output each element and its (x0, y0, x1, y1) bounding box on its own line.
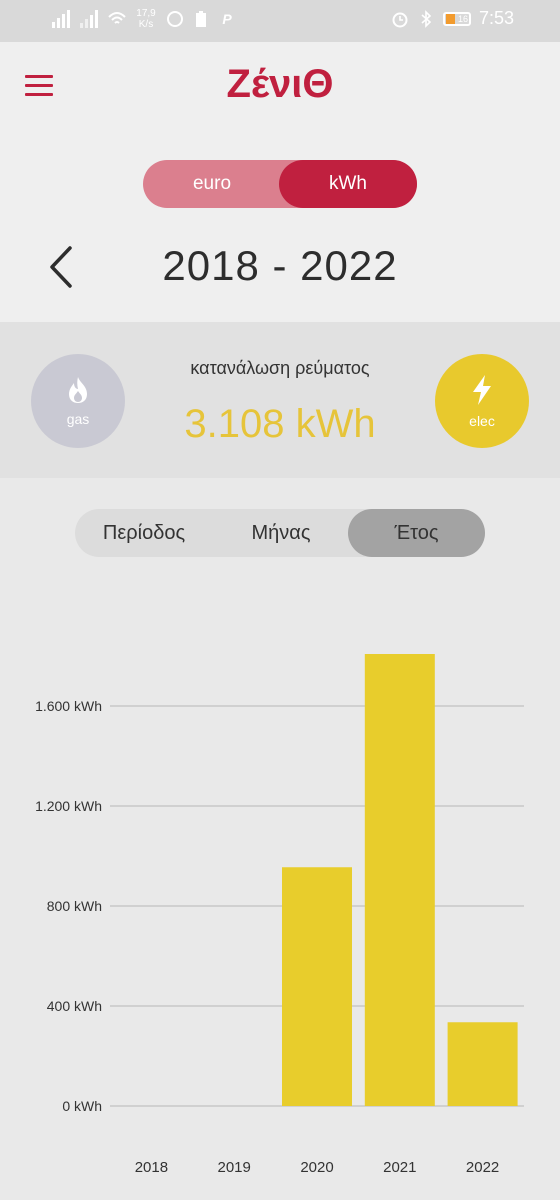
unit-toggle: euro kWh (143, 160, 417, 208)
x-tick-label: 2018 (135, 1159, 168, 1176)
paypal-icon: P (222, 11, 232, 27)
battery-level: 16 (457, 13, 468, 24)
status-left: 17,9 K/s P (52, 8, 236, 30)
signal-icon (52, 10, 72, 28)
x-tick-label: 2022 (466, 1159, 499, 1176)
view-tabs: Περίοδος Μήνας Έτος (75, 509, 485, 557)
alarm-icon (391, 10, 409, 28)
net-speed: 17,9 K/s (136, 8, 156, 30)
status-time: 7:53 (478, 8, 514, 28)
wifi-icon (108, 10, 126, 28)
x-tick-label: 2020 (300, 1159, 333, 1176)
bar-2020 (282, 867, 352, 1106)
tab-year[interactable]: Έτος (348, 509, 485, 557)
clipboard-icon (192, 10, 210, 28)
y-tick-label: 1.200 kWh (35, 798, 102, 814)
elec-button[interactable]: elec (435, 354, 529, 448)
bar-2021 (364, 654, 435, 1106)
period-label: 2018 - 2022 (162, 242, 398, 289)
bluetooth-icon (417, 9, 435, 28)
elec-label: elec (469, 412, 495, 429)
tab-period[interactable]: Περίοδος (75, 509, 213, 557)
tab-month[interactable]: Μήνας (213, 509, 349, 557)
y-tick-label: 400 kWh (47, 998, 102, 1014)
lightning-icon (470, 374, 494, 411)
header: ΖένιΘ euro kWh 2018 - 2022 (0, 42, 560, 322)
y-tick-label: 1.600 kWh (35, 698, 102, 714)
status-bar: 17,9 K/s P 16 7:53 (0, 0, 560, 42)
consumption-summary: gas κατανάλωση ρεύματος 3.108 kWh elec (0, 322, 560, 478)
x-tick-label: 2021 (383, 1159, 416, 1176)
x-tick-label: 2019 (218, 1159, 251, 1176)
y-tick-label: 0 kWh (62, 1098, 102, 1114)
status-right: 16 7:53 (391, 8, 514, 29)
unit-option-kwh[interactable]: kWh (279, 160, 417, 208)
battery-icon: 16 (442, 11, 471, 26)
bar-2022 (447, 1022, 518, 1106)
unit-option-euro[interactable]: euro (143, 160, 281, 208)
consumption-bar-chart: 0 kWh 400 kWh 800 kWh 1.200 kWh 1.600 kWh 201… (35, 654, 524, 1176)
signal-icon-2 (80, 10, 100, 28)
y-tick-label: 800 kWh (47, 898, 102, 914)
whatsapp-icon (166, 10, 184, 28)
app-logo: ΖένιΘ (226, 62, 334, 106)
